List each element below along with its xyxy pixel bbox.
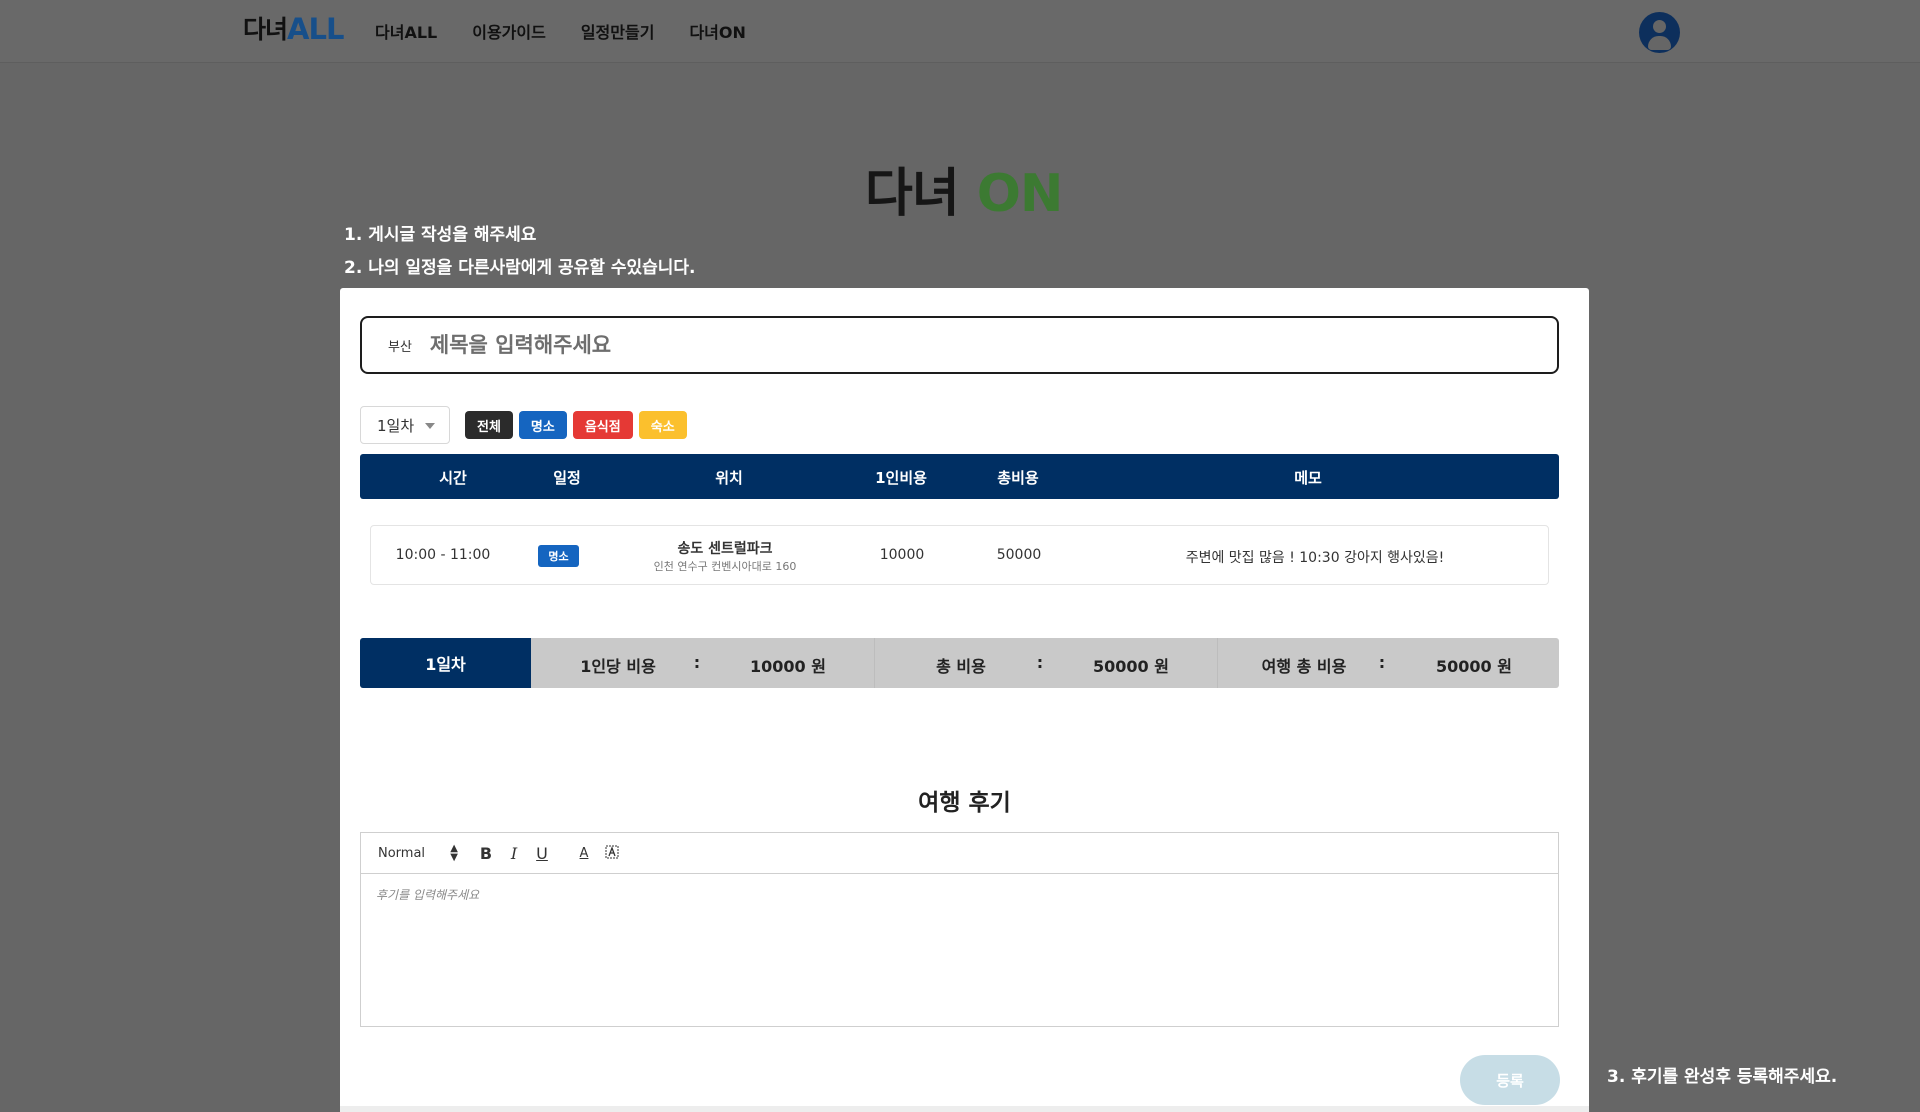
filter-chip-all[interactable]: 전체 [465, 411, 513, 439]
chevron-down-icon [425, 423, 435, 429]
font-size-select[interactable]: Normal ▲ ▼ [378, 842, 458, 863]
post-form-card: 부산 1일차 전체 명소 음식점 숙소 시간 일정 위치 1인비용 총비용 메모… [340, 288, 1589, 1112]
main-nav: 다녀ALL 이용가이드 일정만들기 다녀ON [375, 19, 781, 43]
text-color-icon[interactable]: A [570, 846, 598, 861]
summary-total-label: 총 비용 [936, 657, 986, 676]
summary-day-tab[interactable]: 1일차 [360, 638, 531, 688]
summary-colon: : [693, 653, 701, 672]
nav-item-make-schedule[interactable]: 일정만들기 [581, 19, 655, 43]
column-header-time: 시간 [439, 469, 467, 487]
summary-trip-total-label: 여행 총 비용 [1261, 657, 1347, 676]
nav-item-danyeo-on[interactable]: 다녀ON [689, 19, 745, 43]
row-total-cost: 50000 [996, 547, 1042, 563]
row-category-badge: 명소 [538, 545, 579, 567]
underline-button[interactable]: U [528, 844, 556, 863]
filter-bar: 1일차 전체 명소 음식점 숙소 [360, 406, 693, 444]
card-bottom-edge [340, 1106, 1589, 1112]
summary-per-person: 1인당 비용 : 10000 원 [531, 638, 874, 688]
font-size-value: Normal [378, 845, 426, 861]
row-place-address: 인천 연수구 컨벤시아대로 160 [653, 560, 797, 573]
column-header-per-person-cost: 1인비용 [875, 469, 927, 487]
guide-step-2: 2. 나의 일정을 다른사람에게 공유할 수있습니다. [344, 258, 696, 278]
logo-text-part1: 다녀 [243, 15, 288, 44]
logo-text-part2: ALL [287, 12, 344, 46]
italic-button[interactable]: I [500, 844, 528, 863]
filter-chip-restaurant[interactable]: 음식점 [572, 411, 633, 439]
summary-trip-total: 여행 총 비용 : 50000 원 [1218, 638, 1559, 688]
column-header-schedule: 일정 [553, 469, 581, 487]
column-header-memo: 메모 [1294, 469, 1322, 487]
summary-total: 총 비용 : 50000 원 [875, 638, 1217, 688]
title-input[interactable] [429, 333, 1330, 357]
row-time: 10:00 - 11:00 [395, 547, 491, 563]
row-per-person-cost: 10000 [879, 547, 925, 563]
column-header-location: 위치 [715, 469, 743, 487]
schedule-table-header: 시간 일정 위치 1인비용 총비용 메모 [360, 454, 1559, 499]
nav-item-danyeo-all[interactable]: 다녀ALL [375, 19, 437, 43]
summary-total-value: 50000 원 [1093, 657, 1169, 676]
summary-per-person-label: 1인당 비용 [580, 657, 656, 676]
review-textarea[interactable]: 후기를 입력해주세요 [361, 874, 1558, 915]
summary-trip-total-value: 50000 원 [1436, 657, 1512, 676]
region-label: 부산 [388, 339, 412, 355]
editor-toolbar: Normal ▲ ▼ B I U A [361, 833, 1558, 874]
row-memo: 주변에 맛집 많음 ! 10:30 강아지 행사있음! [1185, 550, 1445, 566]
bold-button[interactable]: B [472, 844, 500, 863]
user-avatar-icon[interactable] [1639, 12, 1680, 53]
summary-colon: : [1036, 653, 1044, 672]
table-row[interactable]: 10:00 - 11:00 명소 송도 센트럴파크 인천 연수구 컨벤시아대로 … [370, 525, 1549, 585]
title-input-box: 부산 [360, 316, 1559, 374]
guide-step-3: 3. 후기를 완성후 등록해주세요. [1607, 1067, 1838, 1087]
nav-item-guide[interactable]: 이용가이드 [472, 19, 546, 43]
filter-chip-attraction[interactable]: 명소 [518, 411, 567, 439]
background-color-icon[interactable] [598, 844, 626, 863]
hero-logo-part1: 다녀 [865, 164, 960, 224]
summary-per-person-value: 10000 원 [750, 657, 826, 676]
review-editor: Normal ▲ ▼ B I U A 후기를 입력해주세요 [360, 832, 1559, 1027]
filter-chip-lodging[interactable]: 숙소 [638, 411, 687, 439]
site-logo[interactable]: 다녀 ALL [243, 12, 344, 46]
cost-summary-bar: 1일차 1인당 비용 : 10000 원 총 비용 : 50000 원 여행 총… [360, 638, 1559, 688]
day-select-value: 1일차 [377, 416, 415, 435]
review-section-title: 여행 후기 [918, 790, 1011, 816]
row-place-name: 송도 센트럴파크 [677, 541, 773, 557]
column-header-total-cost: 총비용 [997, 469, 1039, 487]
top-nav-bar: 다녀 ALL 다녀ALL 이용가이드 일정만들기 다녀ON [0, 0, 1920, 63]
summary-colon: : [1378, 653, 1386, 672]
submit-button[interactable]: 등록 [1460, 1055, 1560, 1105]
hero-logo: 다녀 ON [865, 164, 1064, 224]
select-arrows-icon: ▲ ▼ [450, 842, 458, 863]
day-select-dropdown[interactable]: 1일차 [360, 406, 450, 444]
guide-step-1: 1. 게시글 작성을 해주세요 [344, 225, 537, 245]
hero-logo-part2: ON [976, 164, 1064, 224]
